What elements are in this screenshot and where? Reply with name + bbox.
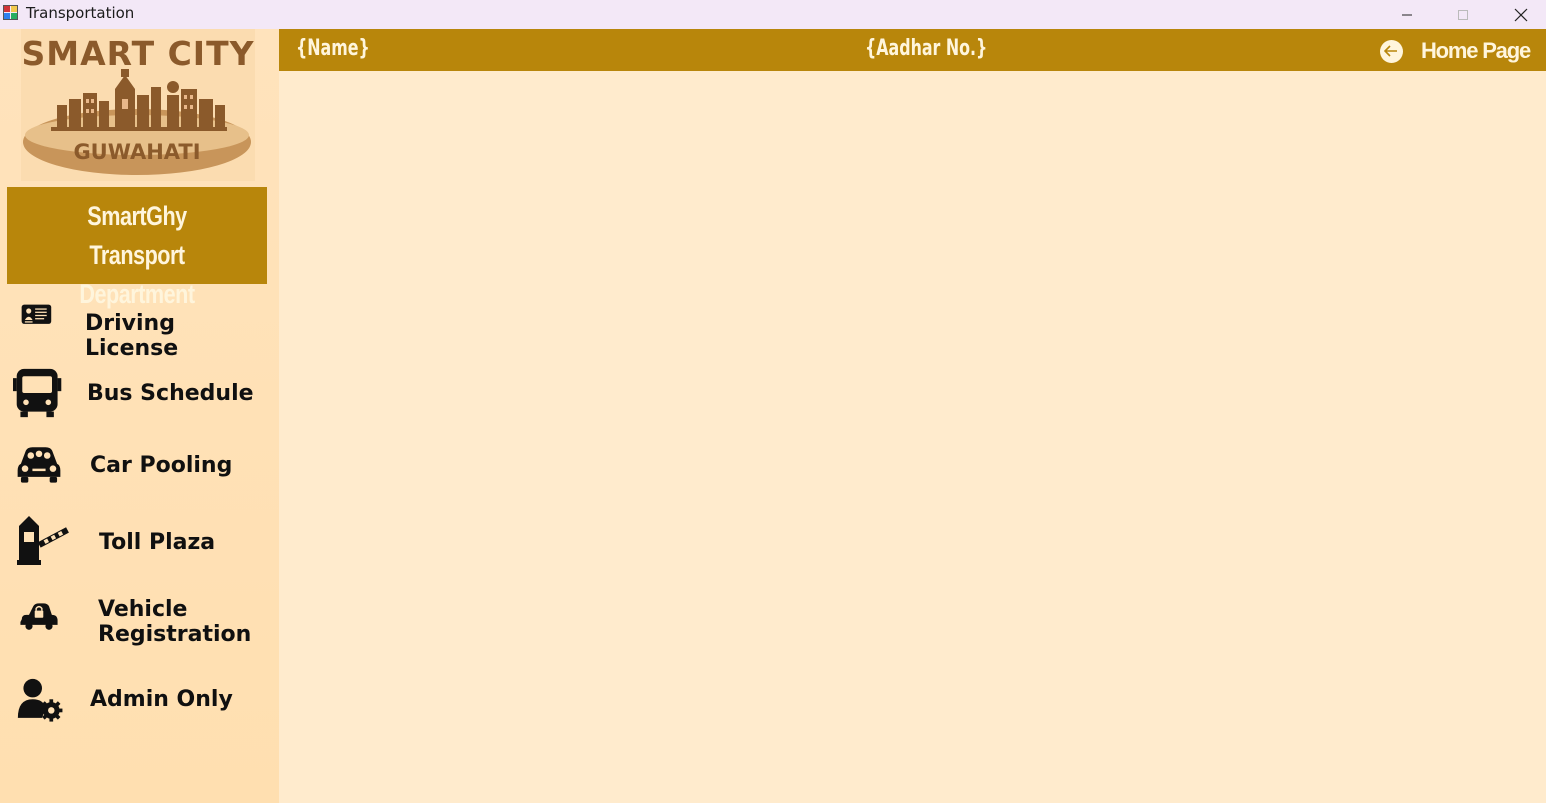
main-content-area bbox=[279, 71, 1546, 803]
department-title: SmartGhy Transport Department bbox=[7, 187, 267, 309]
smart-city-logo: SMART CITY GUWAHATI bbox=[21, 29, 255, 181]
nav-label: Admin Only bbox=[90, 687, 233, 712]
nav-car-pooling[interactable]: Car Pooling bbox=[8, 439, 270, 501]
user-header-bar: {Name} {Aadhar No.} Home Page bbox=[279, 29, 1546, 71]
minimize-button[interactable] bbox=[1378, 0, 1436, 29]
aadhar-number-label: {Aadhar No.} bbox=[865, 36, 988, 61]
admin-gear-icon bbox=[17, 678, 63, 722]
locked-car-icon bbox=[20, 603, 58, 630]
car-pool-icon bbox=[17, 447, 61, 483]
user-name-label: {Name} bbox=[296, 36, 370, 61]
nav-bus-schedule[interactable]: Bus Schedule bbox=[8, 364, 270, 426]
id-card-icon bbox=[21, 304, 52, 324]
app-icon bbox=[3, 5, 18, 20]
nav-label: Toll Plaza bbox=[99, 530, 216, 555]
logo-line2: GUWAHATI bbox=[73, 140, 200, 164]
nav-label-line2: Registration bbox=[98, 622, 252, 647]
close-button[interactable] bbox=[1492, 0, 1546, 29]
window-titlebar: Transportation bbox=[0, 0, 1546, 29]
maximize-icon bbox=[1458, 9, 1468, 20]
close-icon bbox=[1514, 8, 1528, 21]
nav-label: Car Pooling bbox=[90, 453, 233, 478]
department-line1: SmartGhy bbox=[87, 201, 187, 231]
minimize-icon bbox=[1402, 14, 1412, 15]
home-page-label: Home Page bbox=[1420, 38, 1531, 63]
nav-label-line1: Vehicle bbox=[98, 597, 188, 622]
nav-toll-plaza[interactable]: Toll Plaza bbox=[8, 514, 270, 576]
logo-line1: SMART CITY bbox=[22, 34, 255, 73]
nav-label: Driving License bbox=[85, 311, 179, 361]
bus-icon bbox=[13, 368, 62, 418]
window-title: Transportation bbox=[26, 4, 135, 22]
nav-vehicle-registration[interactable]: Vehicle Registration bbox=[8, 594, 270, 664]
nav-admin-only[interactable]: Admin Only bbox=[8, 677, 270, 739]
nav-label: Bus Schedule bbox=[87, 381, 254, 406]
toll-gate-icon bbox=[17, 516, 69, 565]
maximize-button[interactable] bbox=[1434, 0, 1492, 29]
home-page-button[interactable]: Home Page bbox=[1379, 37, 1531, 65]
sidebar: SMART CITY GUWAHATI SmartGhy Transport D… bbox=[0, 29, 279, 803]
nav-driving-license[interactable]: Driving License bbox=[8, 294, 270, 361]
back-arrow-icon bbox=[1379, 39, 1403, 63]
